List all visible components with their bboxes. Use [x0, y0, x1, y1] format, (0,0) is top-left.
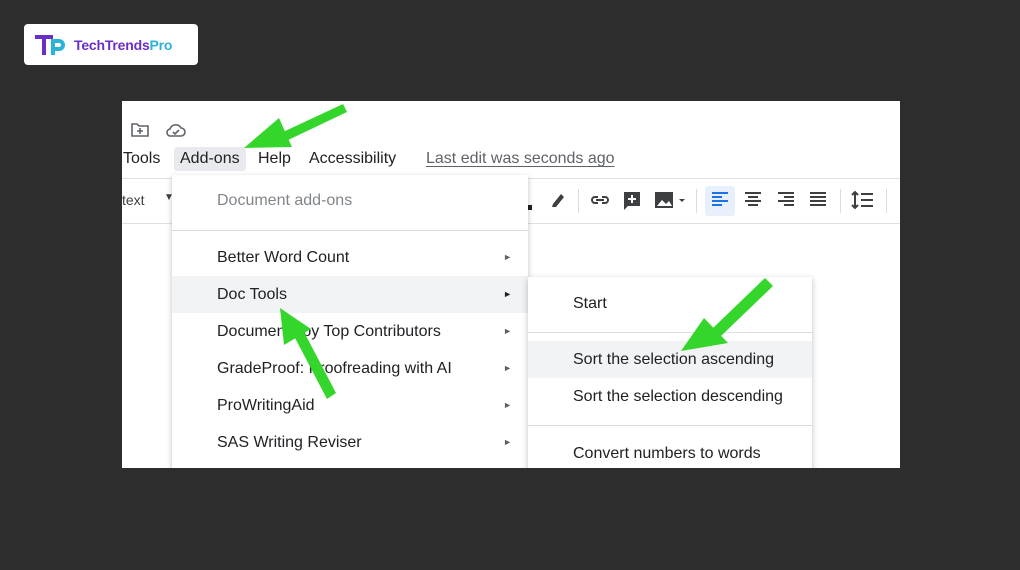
add-comment-icon[interactable] — [622, 190, 642, 212]
tp-logo-icon — [35, 34, 65, 55]
align-right-icon[interactable] — [776, 190, 796, 210]
addon-doc-tools[interactable]: Doc Tools ► — [172, 276, 528, 313]
toolbar-separator — [696, 189, 697, 213]
menu-help[interactable]: Help — [258, 147, 291, 171]
submenu-sort-ascending[interactable]: Sort the selection ascending — [528, 341, 812, 378]
highlight-pen-icon[interactable] — [549, 190, 567, 210]
addon-documents-by-top-contributors[interactable]: Documents by Top Contributors ► — [172, 313, 528, 350]
submenu-arrow-icon: ► — [503, 400, 512, 410]
addons-dropdown-menu: Document add-ons Better Word Count ► Doc… — [172, 175, 528, 468]
menu-item-label: ProWritingAid — [217, 397, 315, 414]
move-to-folder-icon[interactable] — [130, 121, 150, 139]
logo-text: TechTrendsPro — [74, 36, 173, 53]
toolbar-separator — [886, 189, 887, 213]
addon-gradeproof[interactable]: GradeProof: Proofreading with AI ► — [172, 350, 528, 387]
menu-divider — [172, 230, 528, 231]
techtrendspro-logo: TechTrendsPro — [24, 24, 198, 65]
line-spacing-icon[interactable] — [851, 190, 875, 210]
addon-sas-writing-reviser[interactable]: SAS Writing Reviser ► — [172, 424, 528, 461]
menu-tools[interactable]: Tools — [123, 147, 160, 171]
menu-item-label: GradeProof: Proofreading with AI — [217, 360, 452, 377]
cloud-saved-icon[interactable] — [165, 121, 187, 139]
submenu-arrow-icon: ► — [503, 363, 512, 373]
menu-item-label: Doc Tools — [217, 286, 287, 303]
insert-image-icon[interactable] — [654, 190, 688, 212]
submenu-start[interactable]: Start — [528, 285, 812, 322]
paragraph-style-dropdown[interactable]: text — [122, 192, 145, 208]
align-center-icon[interactable] — [743, 190, 763, 210]
submenu-arrow-icon: ► — [503, 252, 512, 262]
menu-divider — [528, 332, 812, 333]
menu-accessibility[interactable]: Accessibility — [309, 147, 396, 171]
align-left-icon[interactable] — [710, 190, 730, 210]
submenu-arrow-icon: ► — [503, 326, 512, 336]
toolbar-separator — [840, 189, 841, 213]
toolbar-separator — [578, 189, 579, 213]
justify-icon[interactable] — [808, 190, 828, 210]
doc-tools-submenu: Start Sort the selection ascending Sort … — [528, 277, 812, 468]
addon-better-word-count[interactable]: Better Word Count ► — [172, 239, 528, 276]
submenu-arrow-icon: ► — [503, 437, 512, 447]
submenu-arrow-icon: ► — [503, 289, 512, 299]
insert-link-icon[interactable] — [589, 190, 611, 210]
menu-item-label: Better Word Count — [217, 249, 350, 266]
last-edit-link[interactable]: Last edit was seconds ago — [426, 147, 615, 171]
menu-item-label: Documents by Top Contributors — [217, 323, 441, 340]
addon-prowritingaid[interactable]: ProWritingAid ► — [172, 387, 528, 424]
google-docs-screenshot: Tools Add-ons Help Accessibility Last ed… — [122, 101, 900, 468]
menu-item-label: SAS Writing Reviser — [217, 434, 362, 451]
menu-addons[interactable]: Add-ons — [174, 147, 246, 171]
submenu-convert-numbers-to-words[interactable]: Convert numbers to words — [528, 435, 812, 468]
document-addons-item[interactable]: Document add-ons — [217, 192, 352, 210]
menu-divider — [528, 425, 812, 426]
submenu-sort-descending[interactable]: Sort the selection descending — [528, 378, 812, 415]
